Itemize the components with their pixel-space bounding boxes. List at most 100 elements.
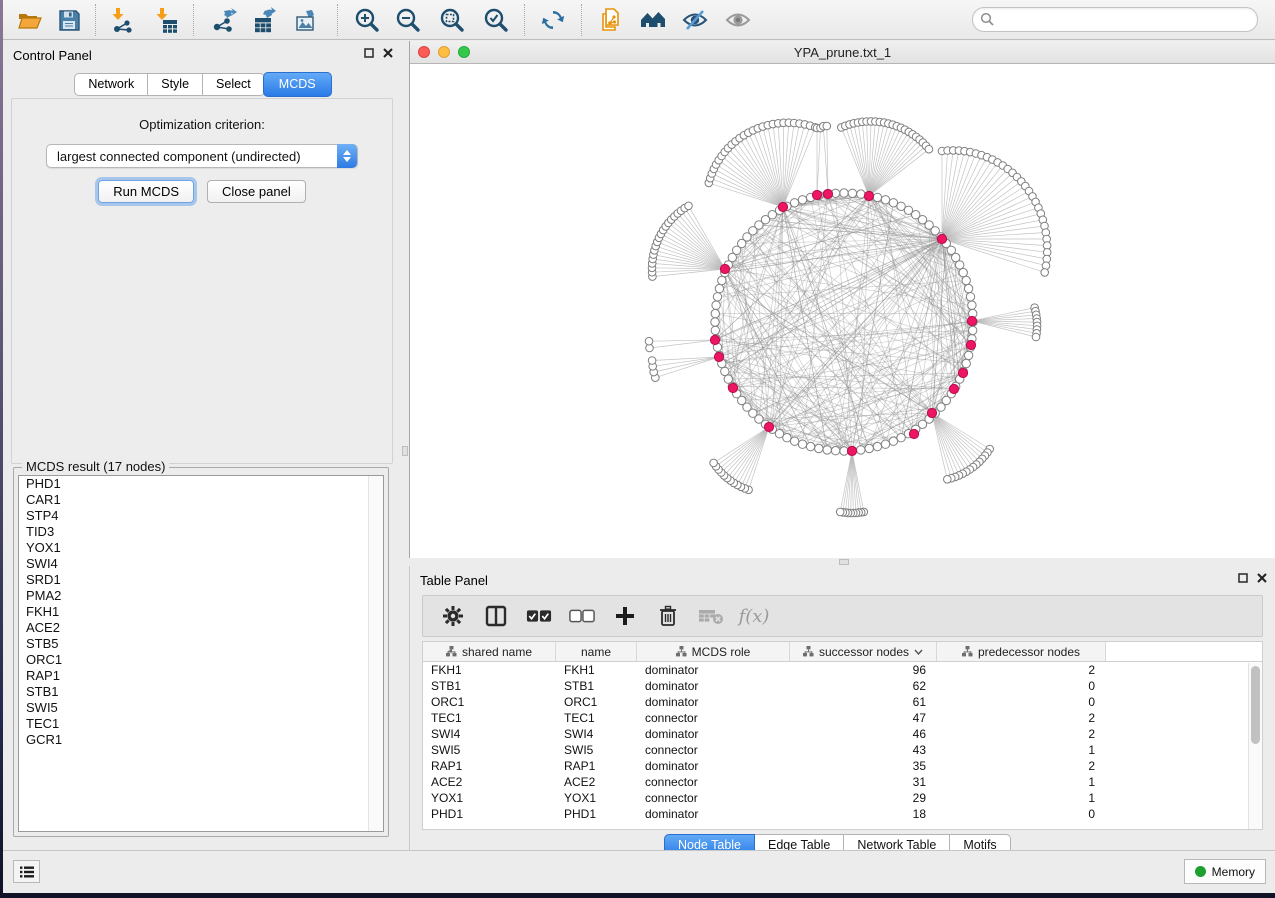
table-row[interactable]: SWI5SWI5connector431 xyxy=(423,742,1262,758)
table-cell-name[interactable]: ACE2 xyxy=(556,774,637,790)
table-cell-shared_name[interactable]: PHD1 xyxy=(423,806,556,822)
tab-select[interactable]: Select xyxy=(203,73,265,96)
table-cell-predecessor_nodes[interactable]: 2 xyxy=(937,758,1106,774)
open-file-icon[interactable] xyxy=(13,5,45,35)
table-scrollbar[interactable] xyxy=(1248,663,1262,829)
table-cell-predecessor_nodes[interactable]: 1 xyxy=(937,774,1106,790)
close-window-icon[interactable] xyxy=(418,46,430,58)
delete-column-trash-icon[interactable] xyxy=(655,603,681,629)
zoom-fit-icon[interactable] xyxy=(436,5,468,35)
mcds-result-item[interactable]: STB1 xyxy=(19,684,383,700)
table-cell-successor_nodes[interactable]: 31 xyxy=(790,774,937,790)
column-header-shared-name[interactable]: shared name xyxy=(423,642,556,661)
vertical-splitter[interactable] xyxy=(401,41,409,850)
table-row[interactable]: STB1STB1dominator620 xyxy=(423,678,1262,694)
table-cell-shared_name[interactable]: YOX1 xyxy=(423,790,556,806)
table-cell-mcds_role[interactable]: dominator xyxy=(637,694,790,710)
close-panel-icon[interactable] xyxy=(383,48,393,58)
network-canvas[interactable] xyxy=(410,64,1275,558)
table-cell-successor_nodes[interactable]: 46 xyxy=(790,726,937,742)
table-cell-name[interactable]: SWI5 xyxy=(556,742,637,758)
table-cell-mcds_role[interactable]: connector xyxy=(637,774,790,790)
table-row[interactable]: PHD1PHD1dominator180 xyxy=(423,806,1262,822)
mcds-result-item[interactable]: SWI5 xyxy=(19,700,383,716)
table-cell-predecessor_nodes[interactable]: 0 xyxy=(937,806,1106,822)
deselect-all-icon[interactable] xyxy=(569,603,595,629)
close-panel-icon[interactable] xyxy=(1257,573,1267,583)
show-columns-icon[interactable] xyxy=(483,603,509,629)
splitter-grip[interactable] xyxy=(839,559,849,565)
function-builder-icon[interactable]: f(x) xyxy=(741,603,767,629)
select-all-icon[interactable] xyxy=(526,603,552,629)
table-cell-shared_name[interactable]: STB1 xyxy=(423,678,556,694)
table-cell-successor_nodes[interactable]: 96 xyxy=(790,662,937,678)
float-panel-icon[interactable] xyxy=(1238,573,1248,583)
mcds-result-item[interactable]: SRD1 xyxy=(19,572,383,588)
table-cell-predecessor_nodes[interactable]: 0 xyxy=(937,678,1106,694)
table-row[interactable]: SWI4SWI4dominator462 xyxy=(423,726,1262,742)
table-cell-successor_nodes[interactable]: 35 xyxy=(790,758,937,774)
mcds-result-scrollbar[interactable] xyxy=(368,476,383,831)
table-cell-successor_nodes[interactable]: 61 xyxy=(790,694,937,710)
table-cell-successor_nodes[interactable]: 18 xyxy=(790,806,937,822)
table-cell-mcds_role[interactable]: dominator xyxy=(637,662,790,678)
column-header-name[interactable]: name xyxy=(556,642,637,661)
tab-style[interactable]: Style xyxy=(148,73,203,96)
mcds-result-item[interactable]: YOX1 xyxy=(19,540,383,556)
run-mcds-button[interactable]: Run MCDS xyxy=(98,180,194,203)
mcds-result-list[interactable]: PHD1CAR1STP4TID3YOX1SWI4SRD1PMA2FKH1ACE2… xyxy=(18,475,384,832)
table-cell-name[interactable]: RAP1 xyxy=(556,758,637,774)
table-cell-name[interactable]: PHD1 xyxy=(556,806,637,822)
tab-mcds[interactable]: MCDS xyxy=(263,72,332,97)
refresh-layout-icon[interactable] xyxy=(537,5,569,35)
table-cell-mcds_role[interactable]: connector xyxy=(637,742,790,758)
table-row[interactable]: FKH1FKH1dominator962 xyxy=(423,662,1262,678)
hide-selected-eye-icon[interactable] xyxy=(679,5,711,35)
column-header-successor-nodes[interactable]: successor nodes xyxy=(790,642,937,661)
network-graph[interactable] xyxy=(410,64,1275,558)
table-cell-predecessor_nodes[interactable]: 0 xyxy=(937,694,1106,710)
table-cell-mcds_role[interactable]: dominator xyxy=(637,806,790,822)
optimization-criterion-select[interactable]: largest connected component (undirected) xyxy=(46,144,358,168)
maximize-window-icon[interactable] xyxy=(458,46,470,58)
tab-network[interactable]: Network xyxy=(74,73,148,96)
table-cell-name[interactable]: ORC1 xyxy=(556,694,637,710)
table-cell-predecessor_nodes[interactable]: 1 xyxy=(937,742,1106,758)
mcds-result-item[interactable]: ACE2 xyxy=(19,620,383,636)
table-row[interactable]: ACE2ACE2connector311 xyxy=(423,774,1262,790)
add-column-icon[interactable] xyxy=(612,603,638,629)
mcds-result-item[interactable]: STB5 xyxy=(19,636,383,652)
zoom-out-icon[interactable] xyxy=(392,5,424,35)
mcds-result-item[interactable]: TID3 xyxy=(19,524,383,540)
mcds-result-item[interactable]: SWI4 xyxy=(19,556,383,572)
horizontal-splitter[interactable] xyxy=(409,558,1275,566)
mcds-result-item[interactable]: TEC1 xyxy=(19,716,383,732)
mcds-result-item[interactable]: RAP1 xyxy=(19,668,383,684)
table-cell-predecessor_nodes[interactable]: 1 xyxy=(937,790,1106,806)
table-cell-successor_nodes[interactable]: 47 xyxy=(790,710,937,726)
mcds-result-item[interactable]: STP4 xyxy=(19,508,383,524)
copy-network-icon[interactable] xyxy=(595,5,627,35)
mcds-result-item[interactable]: CAR1 xyxy=(19,492,383,508)
search-input[interactable] xyxy=(995,10,1257,30)
table-cell-mcds_role[interactable]: dominator xyxy=(637,678,790,694)
table-cell-shared_name[interactable]: SWI4 xyxy=(423,726,556,742)
mcds-result-item[interactable]: ORC1 xyxy=(19,652,383,668)
table-cell-successor_nodes[interactable]: 43 xyxy=(790,742,937,758)
network-view-titlebar[interactable]: YPA_prune.txt_1 xyxy=(410,41,1275,64)
export-image-icon[interactable] xyxy=(291,5,323,35)
home-icon[interactable] xyxy=(637,5,669,35)
column-header-mcds-role[interactable]: MCDS role xyxy=(637,642,790,661)
memory-button[interactable]: Memory xyxy=(1184,859,1266,884)
mcds-result-item[interactable]: PMA2 xyxy=(19,588,383,604)
search-field[interactable] xyxy=(972,7,1258,32)
import-table-icon[interactable] xyxy=(151,5,183,35)
show-selected-eye-icon[interactable] xyxy=(722,5,754,35)
table-cell-shared_name[interactable]: ORC1 xyxy=(423,694,556,710)
table-cell-successor_nodes[interactable]: 62 xyxy=(790,678,937,694)
table-cell-name[interactable]: YOX1 xyxy=(556,790,637,806)
table-cell-name[interactable]: SWI4 xyxy=(556,726,637,742)
table-cell-mcds_role[interactable]: dominator xyxy=(637,758,790,774)
table-cell-predecessor_nodes[interactable]: 2 xyxy=(937,662,1106,678)
column-header-predecessor-nodes[interactable]: predecessor nodes xyxy=(937,642,1106,661)
